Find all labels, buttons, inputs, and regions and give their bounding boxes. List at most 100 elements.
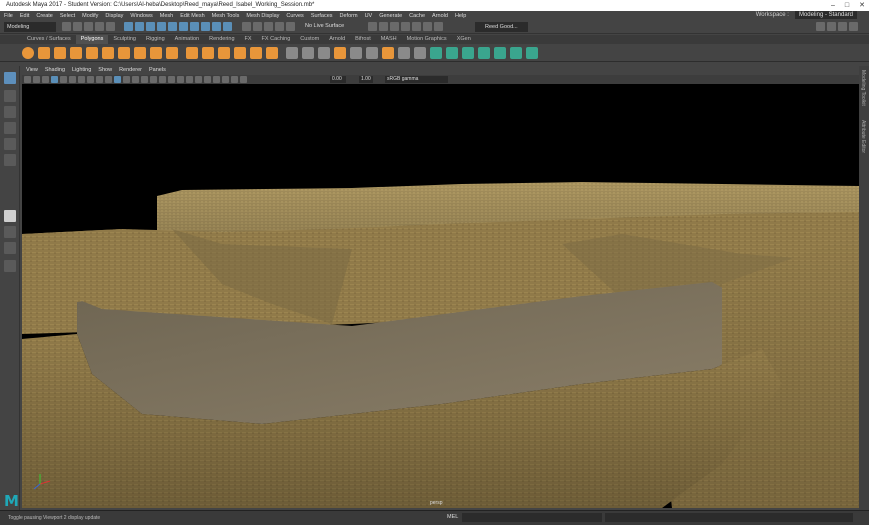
mel-command-input[interactable] [462, 513, 602, 522]
outliner-icon[interactable] [4, 260, 16, 272]
toggle-modeling-toolkit-icon[interactable] [816, 22, 825, 31]
safe-action-icon[interactable] [96, 76, 103, 83]
menu-surfaces[interactable]: Surfaces [311, 13, 333, 19]
mask-rendering-icon[interactable] [223, 22, 232, 31]
textured-icon[interactable] [150, 76, 157, 83]
camera-attributes-icon[interactable] [24, 76, 31, 83]
shelf-tab-fx-caching[interactable]: FX Caching [257, 35, 296, 44]
select-hierarchy-icon[interactable] [124, 22, 133, 31]
grid-toggle-icon[interactable] [51, 76, 58, 83]
menu-arnold[interactable]: Arnold [432, 13, 448, 19]
bookmark-icon[interactable] [33, 76, 40, 83]
workspace-dropdown[interactable]: Modeling - Standard [794, 11, 857, 19]
shelf-tab-arnold[interactable]: Arnold [324, 35, 350, 44]
poly-plane-icon[interactable] [102, 47, 114, 59]
shelf-tab-xgen[interactable]: XGen [452, 35, 476, 44]
separate-icon[interactable] [202, 47, 214, 59]
gamma-field[interactable]: 1.00 [359, 76, 373, 83]
four-view-layout-icon[interactable] [4, 226, 16, 238]
menu-edit[interactable]: Edit [20, 13, 29, 19]
render-settings-icon[interactable] [390, 22, 399, 31]
close-button[interactable]: ✕ [859, 0, 865, 11]
uv-unfold-icon[interactable] [526, 47, 538, 59]
maximize-button[interactable]: □ [845, 0, 849, 11]
mel-label[interactable]: MEL [447, 514, 458, 520]
poly-sphere-icon[interactable] [22, 47, 34, 59]
smooth-icon[interactable] [234, 47, 246, 59]
poly-text-icon[interactable] [150, 47, 162, 59]
toggle-channel-box-icon[interactable] [849, 22, 858, 31]
automatic-uv-icon[interactable] [446, 47, 458, 59]
menu-curves[interactable]: Curves [286, 13, 303, 19]
shelf-tab-polygons[interactable]: Polygons [75, 35, 109, 44]
wireframe-icon[interactable] [114, 76, 121, 83]
viewport-menu-lighting[interactable]: Lighting [72, 66, 91, 75]
viewport-menu-view[interactable]: View [26, 66, 38, 75]
viewport-menu-panels[interactable]: Panels [149, 66, 166, 75]
snap-curve-icon[interactable] [253, 22, 262, 31]
open-scene-icon[interactable] [73, 22, 82, 31]
poly-cube-icon[interactable] [38, 47, 50, 59]
shelf-tab-custom[interactable]: Custom [295, 35, 324, 44]
menu-uv[interactable]: UV [365, 13, 373, 19]
shelf-tab-animation[interactable]: Animation [170, 35, 204, 44]
snap-point-icon[interactable] [264, 22, 273, 31]
poly-cylinder-icon[interactable] [54, 47, 66, 59]
mask-deformations-icon[interactable] [201, 22, 210, 31]
move-tool-icon[interactable] [4, 122, 16, 134]
smooth-shade-icon[interactable] [123, 76, 130, 83]
xray-joints-icon[interactable] [222, 76, 229, 83]
pause-viewport-icon[interactable] [434, 22, 443, 31]
cylindrical-uv-icon[interactable] [462, 47, 474, 59]
target-weld-icon[interactable] [382, 47, 394, 59]
poly-disc-icon[interactable] [118, 47, 130, 59]
render-setup-icon[interactable] [412, 22, 421, 31]
bevel-icon[interactable] [302, 47, 314, 59]
image-plane-icon[interactable] [42, 76, 49, 83]
select-component-icon[interactable] [146, 22, 155, 31]
poly-torus-icon[interactable] [86, 47, 98, 59]
anti-aliasing-icon[interactable] [195, 76, 202, 83]
mask-surfaces-icon[interactable] [190, 22, 199, 31]
attribute-editor-tab[interactable]: Attribute Editor [860, 120, 866, 153]
xray-icon[interactable] [141, 76, 148, 83]
shelf-tab-sculpting[interactable]: Sculpting [108, 35, 141, 44]
render-frame-icon[interactable] [368, 22, 377, 31]
safe-title-icon[interactable] [105, 76, 112, 83]
shelf-tab-rendering[interactable]: Rendering [204, 35, 239, 44]
modeling-toolkit-tab[interactable]: Modeling Toolkit [860, 70, 866, 106]
menu-deform[interactable]: Deform [340, 13, 358, 19]
select-object-icon[interactable] [135, 22, 144, 31]
quad-draw-icon[interactable] [398, 47, 410, 59]
perspective-viewport[interactable] [22, 84, 859, 508]
shelf-tab-fx[interactable]: FX [240, 35, 257, 44]
select-tool-icon[interactable] [4, 72, 16, 84]
toggle-tool-settings-icon[interactable] [838, 22, 847, 31]
menu-file[interactable]: File [4, 13, 13, 19]
camera-set-dropdown[interactable]: Reed Good... [475, 22, 528, 32]
menu-select[interactable]: Select [60, 13, 75, 19]
shelf-tab-mash[interactable]: MASH [376, 35, 402, 44]
menu-create[interactable]: Create [36, 13, 53, 19]
save-scene-icon[interactable] [84, 22, 93, 31]
exposure-field[interactable]: 0.00 [330, 76, 346, 83]
menu-help[interactable]: Help [455, 13, 466, 19]
shelf-tab-curves-surfaces[interactable]: Curves / Surfaces [22, 35, 76, 44]
mirror-icon[interactable] [218, 47, 230, 59]
toggle-attribute-editor-icon[interactable] [827, 22, 836, 31]
rotate-tool-icon[interactable] [4, 138, 16, 150]
menu-generate[interactable]: Generate [379, 13, 402, 19]
extrude-icon[interactable] [286, 47, 298, 59]
shelf-tab-motion-graphics[interactable]: Motion Graphics [402, 35, 452, 44]
undo-icon[interactable] [95, 22, 104, 31]
bridge-icon[interactable] [318, 47, 330, 59]
fill-hole-icon[interactable] [350, 47, 362, 59]
viewport-menu-renderer[interactable]: Renderer [119, 66, 142, 75]
multi-cut-icon[interactable] [366, 47, 378, 59]
menu-mesh-display[interactable]: Mesh Display [246, 13, 279, 19]
new-scene-icon[interactable] [62, 22, 71, 31]
mask-handles-icon[interactable] [157, 22, 166, 31]
menu-modify[interactable]: Modify [82, 13, 98, 19]
resolution-gate-icon[interactable] [69, 76, 76, 83]
uv-layout-icon[interactable] [510, 47, 522, 59]
